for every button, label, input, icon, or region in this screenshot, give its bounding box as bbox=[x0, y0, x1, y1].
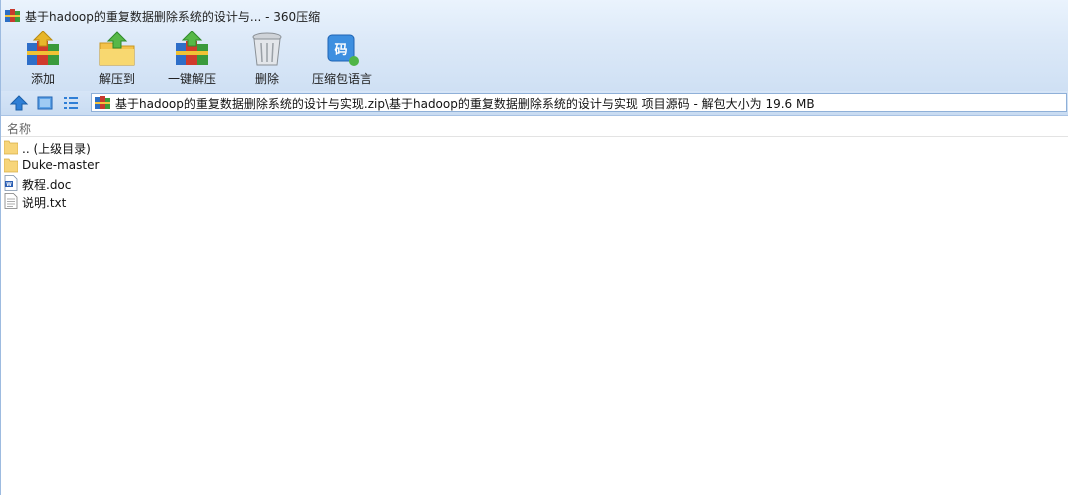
address-bar[interactable]: 基于hadoop的重复数据删除系统的设计与实现.zip\基于hadoop的重复数… bbox=[91, 93, 1067, 112]
one-click-extract-label: 一键解压 bbox=[167, 72, 216, 86]
add-button[interactable]: 添加 bbox=[15, 30, 71, 88]
archive-language-label: 压缩包语言 bbox=[311, 72, 372, 86]
encoding-language-icon: 码 bbox=[327, 34, 359, 66]
folder-icon bbox=[4, 140, 18, 155]
folder-icon bbox=[4, 158, 18, 173]
list-item-parent-directory[interactable]: .. (上级目录) bbox=[1, 138, 1068, 156]
text-file-icon bbox=[4, 193, 18, 209]
list-item-duke-master[interactable]: Duke-master bbox=[1, 156, 1068, 174]
title-bar[interactable]: 基于hadoop的重复数据删除系统的设计与... - 360压缩 bbox=[1, 0, 1068, 30]
extract-to-button[interactable]: 解压到 bbox=[89, 30, 145, 88]
word-doc-icon: W bbox=[4, 175, 18, 191]
detail-list-view-icon[interactable] bbox=[61, 93, 81, 113]
window-title: 基于hadoop的重复数据删除系统的设计与... - 360压缩 bbox=[25, 10, 321, 24]
list-item-readme-txt[interactable]: 说明.txt bbox=[1, 192, 1068, 210]
one-click-extract-icon bbox=[176, 31, 208, 65]
file-name: .. (上级目录) bbox=[22, 142, 91, 156]
add-archive-icon bbox=[27, 31, 59, 65]
file-name: Duke-master bbox=[22, 158, 100, 172]
file-name: 说明.txt bbox=[22, 196, 67, 210]
svg-text:W: W bbox=[6, 182, 12, 188]
up-arrow-icon[interactable] bbox=[9, 93, 29, 113]
add-label: 添加 bbox=[30, 72, 55, 86]
list-item-tutorial-doc[interactable]: W 教程.doc bbox=[1, 174, 1068, 192]
column-header-name[interactable]: 名称 bbox=[7, 120, 31, 137]
app-window: 基于hadoop的重复数据删除系统的设计与... - 360压缩 添加 解压到 … bbox=[0, 0, 1068, 495]
archive-books-icon bbox=[5, 9, 20, 22]
extract-folder-icon bbox=[99, 31, 135, 66]
delete-button[interactable]: 删除 bbox=[241, 30, 293, 88]
archive-books-icon bbox=[95, 96, 110, 109]
extract-to-label: 解压到 bbox=[98, 72, 135, 86]
archive-language-button[interactable]: 码 压缩包语言 bbox=[307, 30, 377, 88]
address-path: 基于hadoop的重复数据删除系统的设计与实现.zip\基于hadoop的重复数… bbox=[115, 97, 815, 111]
file-name: 教程.doc bbox=[22, 178, 72, 192]
list-header: 名称 bbox=[1, 116, 1068, 137]
delete-label: 删除 bbox=[254, 72, 279, 86]
one-click-extract-button[interactable]: 一键解压 bbox=[163, 30, 221, 88]
toolbar: 添加 解压到 一键解压 删除 码 压缩包语言 bbox=[1, 30, 1068, 91]
file-list: .. (上级目录) Duke-master W 教程.doc 说明.txt bbox=[1, 138, 1068, 210]
large-icon-view-icon[interactable] bbox=[35, 93, 55, 113]
address-row: 基于hadoop的重复数据删除系统的设计与实现.zip\基于hadoop的重复数… bbox=[1, 91, 1068, 116]
trash-can-icon bbox=[252, 32, 282, 66]
svg-text:码: 码 bbox=[334, 43, 347, 58]
window-chrome: 基于hadoop的重复数据删除系统的设计与... - 360压缩 添加 解压到 … bbox=[1, 0, 1068, 91]
